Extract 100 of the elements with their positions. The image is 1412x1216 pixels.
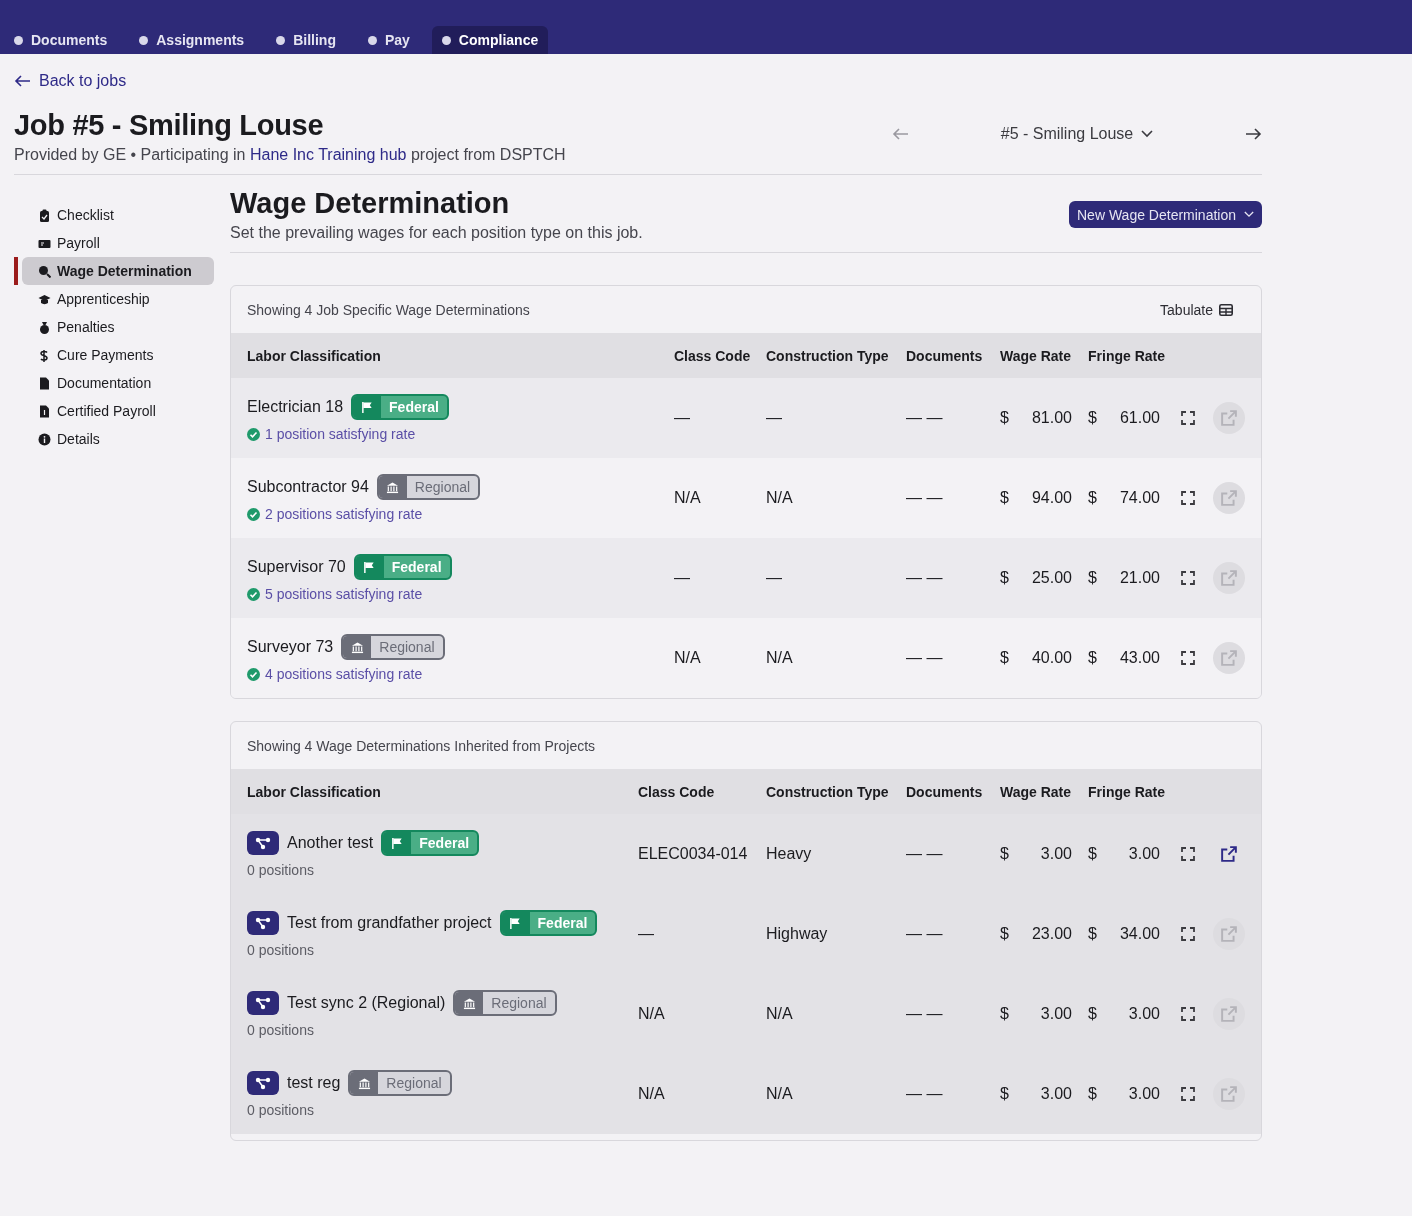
construction-type: N/A [766, 1085, 794, 1103]
new-wage-determination-button[interactable]: New Wage Determination [1069, 201, 1262, 228]
positions-link[interactable]: 4 positions satisfying rate [265, 666, 423, 682]
job-switcher[interactable]: #5 - Smiling Louse [1000, 125, 1154, 143]
positions-count: 0 positions [247, 1102, 314, 1118]
construction-type: Highway [766, 925, 829, 943]
section-title: Wage Determination [230, 187, 511, 220]
left-arrow-icon [14, 75, 31, 87]
expand-button[interactable] [1181, 651, 1195, 665]
class-code: N/A [638, 1005, 666, 1023]
fringe-rate: 43.00 [1119, 649, 1160, 667]
chevron-down-icon [1244, 211, 1254, 218]
sidebar-item[interactable]: Details [22, 425, 214, 453]
classification-name: Surveyor 73 [247, 638, 334, 656]
column-header: Construction Type [766, 347, 890, 364]
nav-tab[interactable]: Compliance [431, 26, 549, 54]
expand-button[interactable] [1181, 847, 1195, 861]
wage-rate: 25.00 [1031, 569, 1072, 587]
dot-icon [276, 35, 286, 45]
section-description: Set the prevailing wages for each position type on this job. [230, 224, 643, 242]
chevron-down-icon [1141, 130, 1154, 138]
sidebar-item[interactable]: Documentation [22, 369, 214, 397]
column-header: Labor Classification [247, 783, 382, 800]
sidebar-item[interactable]: Apprenticeship [22, 285, 214, 313]
positions-link[interactable]: 5 positions satisfying rate [265, 586, 423, 602]
next-job-button[interactable] [1246, 128, 1262, 140]
bank-icon [350, 640, 364, 654]
wage-rate: 23.00 [1031, 925, 1072, 943]
back-link[interactable]: Back to jobs [14, 72, 127, 90]
magnifier-icon [38, 264, 51, 278]
expand-button[interactable] [1181, 927, 1195, 941]
nav-tab[interactable]: Assignments [129, 26, 255, 54]
type-badge: Regional [348, 1070, 452, 1096]
bank-icon [462, 996, 476, 1010]
external-link-icon [1221, 650, 1237, 666]
wage-rate: 81.00 [1031, 409, 1072, 427]
column-header: Labor Classification [247, 347, 382, 364]
currency-sign: $ [1088, 649, 1097, 667]
project-icon [247, 831, 279, 855]
dollar-icon [38, 348, 51, 362]
external-link-icon [1221, 410, 1237, 426]
bank-icon [357, 1076, 371, 1090]
classification-name: Test sync 2 (Regional) [287, 994, 446, 1012]
classification-name: Subcontractor 94 [247, 478, 369, 496]
nav-tab[interactable]: Pay [357, 26, 420, 54]
currency-sign: $ [1000, 1005, 1009, 1023]
currency-sign: $ [1000, 489, 1009, 507]
currency-sign: $ [1088, 1005, 1097, 1023]
sidebar-item[interactable]: Penalties [22, 313, 214, 341]
sidebar-item[interactable]: Cure Payments [22, 341, 214, 369]
construction-type: N/A [766, 649, 794, 667]
nav-tab[interactable]: Billing [266, 26, 346, 54]
flag-icon [360, 400, 374, 414]
construction-type: N/A [766, 1005, 794, 1023]
expand-button[interactable] [1181, 1007, 1195, 1021]
sidebar-item[interactable]: Checklist [22, 201, 214, 229]
external-link-icon [1221, 846, 1237, 862]
job-title: Job #5 - Smiling Louse [14, 109, 325, 142]
type-badge: Federal [381, 830, 480, 856]
external-link-icon [1221, 1086, 1237, 1102]
column-header: Wage Rate [1000, 347, 1073, 364]
positions-count: 0 positions [247, 862, 314, 878]
graduation-cap-icon [38, 292, 51, 306]
currency-sign: $ [1088, 409, 1097, 427]
project-link[interactable]: Hane Inc Training hub [249, 146, 407, 163]
external-link-icon [1221, 570, 1237, 586]
fringe-rate: 21.00 [1119, 569, 1160, 587]
column-header: Class Code [674, 347, 752, 364]
wage-rate: 3.00 [1040, 845, 1072, 863]
money-bag-icon [38, 320, 51, 334]
type-badge: Regional [341, 634, 445, 660]
documents: — — [906, 649, 944, 667]
positions-link[interactable]: 2 positions satisfying rate [265, 506, 423, 522]
flag-icon [509, 916, 523, 930]
file-icon [38, 376, 51, 390]
tabulate-button[interactable]: Tabulate [1160, 301, 1233, 318]
classification-name: Electrician 18 [247, 398, 344, 416]
classification-name: Supervisor 70 [247, 558, 346, 576]
fringe-rate: 74.00 [1119, 489, 1160, 507]
documents: — — [906, 409, 944, 427]
documents: — — [906, 925, 944, 943]
sidebar-item[interactable]: Certified Payroll [22, 397, 214, 425]
sidebar-item[interactable]: Payroll [22, 229, 214, 257]
expand-button[interactable] [1181, 571, 1195, 585]
construction-type: Heavy [766, 845, 813, 863]
expand-button[interactable] [1181, 1087, 1195, 1101]
classification-name: Another test [287, 834, 374, 852]
info-icon [38, 432, 51, 446]
fringe-rate: 3.00 [1128, 1005, 1160, 1023]
expand-button[interactable] [1181, 411, 1195, 425]
external-link-icon [1221, 490, 1237, 506]
nav-tab[interactable]: Documents [4, 26, 118, 54]
external-link-icon [1221, 1006, 1237, 1022]
expand-button[interactable] [1181, 491, 1195, 505]
column-header: Class Code [638, 783, 716, 800]
column-header: Fringe Rate [1088, 347, 1166, 364]
positions-link[interactable]: 1 position satisfying rate [265, 426, 416, 442]
check-circle-icon [247, 587, 260, 601]
currency-sign: $ [1000, 925, 1009, 943]
check-circle-icon [247, 427, 260, 441]
